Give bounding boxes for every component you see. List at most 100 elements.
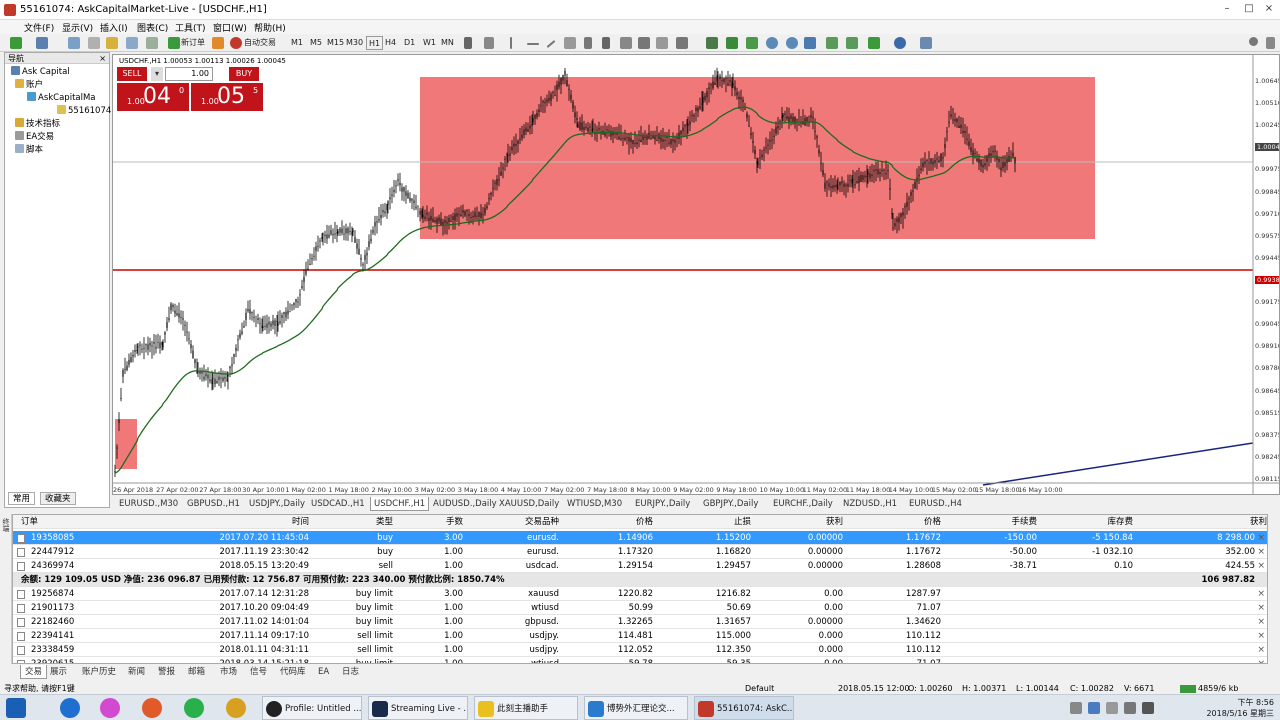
auto-trade-icon[interactable] — [230, 37, 242, 49]
menu-window[interactable]: 窗口(W) — [213, 21, 247, 34]
line-chart-icon[interactable] — [746, 37, 758, 49]
tree-server[interactable]: AskCapitalMa — [27, 92, 96, 104]
system-clock[interactable]: 下午 8:56 2018/5/16 星期三 — [1206, 697, 1274, 719]
terminal-tab-3[interactable]: 新闻 — [124, 665, 149, 679]
autoscroll-icon[interactable] — [846, 37, 858, 49]
pinned-app-2-icon[interactable] — [100, 698, 120, 718]
chart-tab-9[interactable]: GBPJPY.,Daily — [700, 497, 761, 511]
taskbar-app-mt4[interactable]: 55161074: AskC... — [694, 696, 794, 720]
chart-tab-8[interactable]: EURJPY.,Daily — [632, 497, 693, 511]
chart-tab-4[interactable]: USDCHF.,H1 — [370, 497, 430, 511]
tree-scripts[interactable]: 脚本 — [15, 144, 43, 156]
column-header-9[interactable]: 手续费 — [1011, 515, 1037, 529]
chart-tab-3[interactable]: USDCAD.,H1 — [308, 497, 368, 511]
profiles-icon[interactable] — [36, 37, 48, 49]
new-order-button[interactable]: 新订单 — [181, 36, 205, 50]
buy-price[interactable]: 1.00 05 5 — [191, 83, 263, 111]
menu-tools[interactable]: 工具(T) — [175, 21, 206, 34]
terminal-tab-7[interactable]: 信号 — [246, 665, 271, 679]
shapes-icon[interactable] — [676, 37, 688, 49]
tester-icon[interactable] — [146, 37, 158, 49]
taskbar-app-assistant[interactable]: 此刻主播助手 — [474, 696, 578, 720]
trendline-icon[interactable] — [546, 40, 556, 48]
tf-m30[interactable]: M30 — [346, 36, 363, 50]
close-order-icon[interactable]: × — [1257, 559, 1265, 573]
tray-icon-1[interactable] — [1070, 702, 1082, 714]
price-chart[interactable]: USDCHF.,H1 1.00053 1.00113 1.00026 1.000… — [112, 54, 1280, 495]
auto-trade-button[interactable]: 自动交易 — [244, 36, 276, 50]
sell-button[interactable]: SELL — [117, 67, 147, 81]
tree-accounts[interactable]: 账户 — [15, 79, 43, 91]
tree-experts[interactable]: EA交易 — [15, 131, 54, 143]
zoom-out-icon[interactable] — [786, 37, 798, 49]
search-icon[interactable] — [1249, 37, 1258, 46]
label-icon[interactable] — [620, 37, 632, 49]
navigator-icon[interactable] — [106, 37, 118, 49]
close-order-icon[interactable]: × — [1257, 657, 1265, 663]
cursor-icon[interactable] — [464, 37, 472, 49]
close-order-icon[interactable]: × — [1257, 601, 1265, 615]
volume-icon[interactable] — [1124, 702, 1136, 714]
channel-icon[interactable] — [564, 37, 576, 49]
chart-tab-1[interactable]: GBPUSD.,H1 — [184, 497, 243, 511]
metaeditor-icon[interactable] — [212, 37, 224, 49]
pinned-app-1-icon[interactable] — [60, 698, 80, 718]
terminal-tab-9[interactable]: EA — [314, 665, 333, 679]
arrows-icon[interactable] — [656, 37, 668, 49]
taskbar-app-obs[interactable]: Profile: Untitled ... — [262, 696, 362, 720]
column-header-6[interactable]: 止损 — [734, 515, 751, 529]
tf-m5[interactable]: M5 — [310, 36, 322, 50]
tf-m15[interactable]: M15 — [327, 36, 344, 50]
chart-tab-6[interactable]: XAUUSD,Daily — [496, 497, 562, 511]
close-order-icon[interactable]: × — [1257, 545, 1265, 559]
fibo-icon[interactable] — [584, 37, 592, 49]
column-header-10[interactable]: 库存费 — [1107, 515, 1133, 529]
column-header-2[interactable]: 类型 — [376, 515, 393, 529]
bar-chart-icon[interactable] — [706, 37, 718, 49]
lot-input[interactable]: 1.00 — [165, 67, 213, 81]
navigator-close-icon[interactable]: × — [99, 53, 106, 64]
close-order-icon[interactable]: × — [1257, 615, 1265, 629]
lot-down-icon[interactable]: ▾ — [151, 67, 163, 81]
pinned-app-4-icon[interactable] — [184, 698, 204, 718]
rectangle-icon[interactable] — [638, 37, 650, 49]
close-order-icon[interactable]: × — [1257, 643, 1265, 657]
column-header-8[interactable]: 价格 — [924, 515, 941, 529]
tree-indicators[interactable]: 技术指标 — [15, 118, 60, 130]
menu-chart[interactable]: 图表(C) — [137, 21, 168, 34]
column-header-3[interactable]: 手数 — [446, 515, 463, 529]
taskbar-app-streaming[interactable]: Streaming Live - ... — [368, 696, 468, 720]
sell-price[interactable]: 1.00 04 0 — [117, 83, 189, 111]
terminal-tab-0[interactable]: 交易 — [20, 665, 48, 679]
menu-help[interactable]: 帮助(H) — [254, 21, 286, 34]
chart-tab-2[interactable]: USDJPY.,Daily — [246, 497, 308, 511]
tf-d1[interactable]: D1 — [404, 36, 415, 50]
column-header-7[interactable]: 获利 — [826, 515, 843, 529]
navigator-tab-common[interactable]: 常用 — [8, 492, 36, 505]
order-row[interactable]: 19358085 2017.07.20 11:45:04 buy 3.00 eurusd… — [13, 531, 1267, 545]
order-row[interactable]: 23920615 2018.03.14 15:21:18 buy limit 1.00… — [13, 657, 1267, 663]
tray-icon-2[interactable] — [1088, 702, 1100, 714]
chart-tab-5[interactable]: AUDUSD.,Daily — [430, 497, 500, 511]
terminal-tab-6[interactable]: 市场 — [216, 665, 241, 679]
candle-chart-icon[interactable] — [726, 37, 738, 49]
templates-icon[interactable] — [920, 37, 932, 49]
network-icon[interactable] — [1106, 702, 1118, 714]
order-row[interactable]: 24369974 2018.05.15 13:20:49 sell 1.00 usdca… — [13, 559, 1267, 573]
horizontal-line-icon[interactable] — [527, 43, 539, 45]
chart-tab-11[interactable]: NZDUSD.,H1 — [840, 497, 900, 511]
close-order-icon[interactable]: × — [1257, 629, 1265, 643]
buy-button[interactable]: BUY — [229, 67, 259, 81]
vertical-line-icon[interactable] — [510, 37, 512, 49]
data-window-icon[interactable] — [88, 37, 100, 49]
start-icon[interactable] — [6, 698, 26, 718]
close-button[interactable]: × — [1262, 3, 1276, 15]
periods-icon[interactable] — [894, 37, 906, 49]
terminal-tab-8[interactable]: 代码库 — [276, 665, 310, 679]
menu-insert[interactable]: 插入(I) — [100, 21, 128, 34]
input-method-icon[interactable] — [1142, 702, 1154, 714]
close-order-icon[interactable]: × — [1257, 587, 1265, 601]
order-row[interactable]: 23338459 2018.01.11 04:31:11 sell limit 1.0… — [13, 643, 1267, 657]
close-order-icon[interactable]: × — [1257, 531, 1265, 545]
order-row[interactable]: 21901173 2017.10.20 09:04:49 buy limit 1.00… — [13, 601, 1267, 615]
